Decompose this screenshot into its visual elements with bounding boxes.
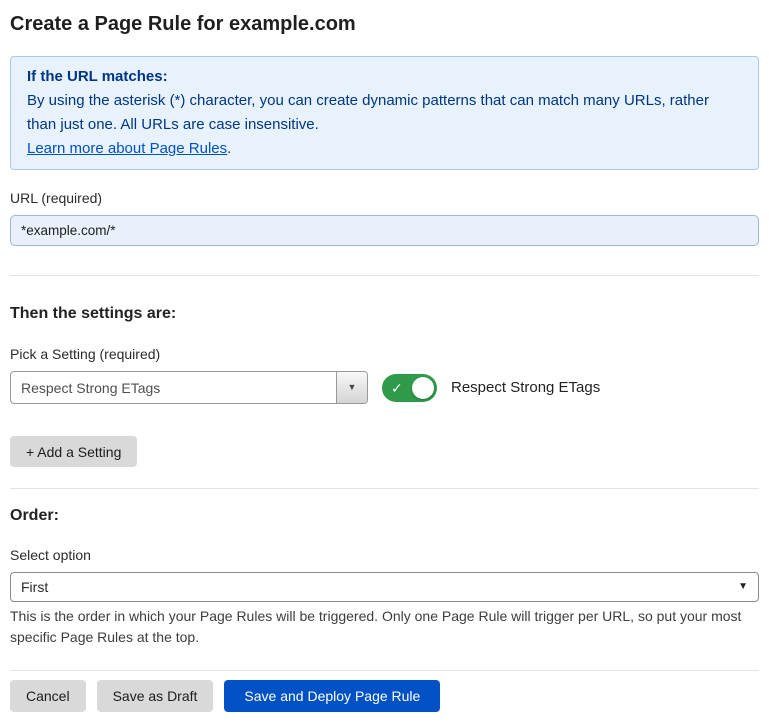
order-select-label: Select option [10, 547, 759, 564]
url-label: URL (required) [10, 190, 759, 207]
setting-select-value: Respect Strong ETags [11, 372, 336, 403]
setting-row: Respect Strong ETags ▼ ✓ Respect Strong … [10, 371, 759, 404]
pick-setting-label: Pick a Setting (required) [10, 346, 759, 363]
settings-heading: Then the settings are: [10, 304, 759, 323]
learn-more-link[interactable]: Learn more about Page Rules [27, 140, 227, 157]
order-help-text: This is the order in which your Page Rul… [10, 606, 750, 648]
footer-actions: Cancel Save as Draft Save and Deploy Pag… [10, 680, 759, 712]
order-select-value: First [21, 579, 48, 595]
setting-select-caret-button[interactable]: ▼ [336, 372, 367, 403]
etags-toggle-label: Respect Strong ETags [451, 379, 600, 396]
info-link-line: Learn more about Page Rules. [27, 137, 742, 161]
divider [10, 275, 759, 276]
order-heading: Order: [10, 506, 759, 525]
info-box-heading: If the URL matches: [27, 65, 742, 89]
divider [10, 670, 759, 671]
link-period: . [227, 140, 231, 157]
save-draft-button[interactable]: Save as Draft [97, 680, 214, 712]
order-select[interactable]: First ▼ [10, 572, 759, 602]
toggle-knob [412, 377, 434, 399]
page-title: Create a Page Rule for example.com [10, 12, 759, 36]
create-page-rule-form: Create a Page Rule for example.com If th… [0, 0, 769, 722]
chevron-down-icon: ▼ [348, 383, 357, 392]
info-box: If the URL matches: By using the asteris… [10, 56, 759, 170]
save-deploy-button[interactable]: Save and Deploy Page Rule [224, 680, 440, 712]
add-setting-button[interactable]: + Add a Setting [10, 436, 137, 467]
setting-select[interactable]: Respect Strong ETags ▼ [10, 371, 368, 404]
info-box-body: By using the asterisk (*) character, you… [27, 89, 742, 137]
check-icon: ✓ [391, 381, 403, 395]
cancel-button[interactable]: Cancel [10, 680, 86, 712]
chevron-down-icon: ▼ [738, 582, 748, 592]
url-input[interactable] [10, 215, 759, 246]
etags-toggle[interactable]: ✓ [382, 374, 437, 402]
divider [10, 488, 759, 489]
